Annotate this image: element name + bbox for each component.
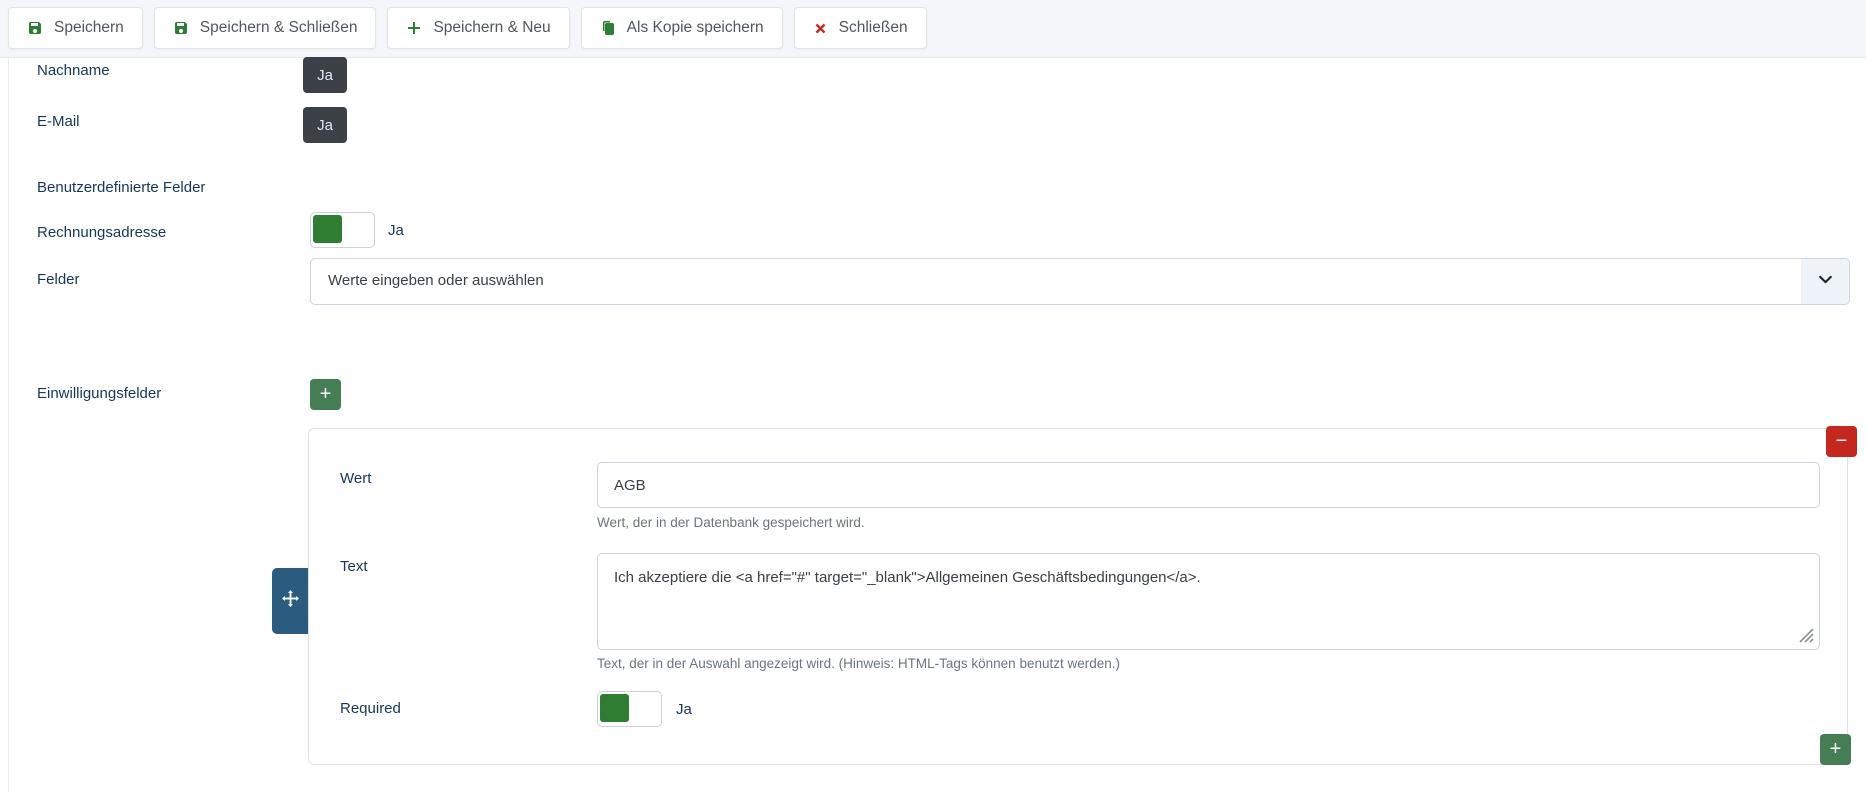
save-button[interactable]: Speichern xyxy=(8,7,143,49)
save-button-label: Speichern xyxy=(54,19,124,37)
wert-help-text: Wert, der in der Datenbank gespeichert w… xyxy=(597,515,865,530)
custom-fields-section-label: Benutzerdefinierte Felder xyxy=(37,179,205,196)
save-icon xyxy=(173,20,189,36)
einwilligungsfelder-label: Einwilligungsfelder xyxy=(37,385,161,402)
save-copy-button[interactable]: Als Kopie speichern xyxy=(581,7,783,49)
save-new-button-label: Speichern & Neu xyxy=(433,19,550,37)
wert-label: Wert xyxy=(340,470,371,487)
save-copy-button-label: Als Kopie speichern xyxy=(627,19,764,37)
save-icon xyxy=(27,20,43,36)
drag-handle[interactable] xyxy=(272,568,308,634)
wert-input[interactable] xyxy=(597,462,1820,508)
textarea-resize-handle[interactable] xyxy=(1794,623,1815,649)
email-label: E-Mail xyxy=(37,113,80,130)
nachname-value-badge[interactable]: Ja xyxy=(303,57,347,93)
rechnungsadresse-state: Ja xyxy=(388,222,404,239)
required-label: Required xyxy=(340,700,401,717)
chevron-down-icon xyxy=(1817,271,1834,293)
felder-combobox-value: Werte eingeben oder auswählen xyxy=(328,272,544,289)
text-label: Text xyxy=(340,558,368,575)
add-row-button-bottom[interactable]: + xyxy=(1820,734,1851,765)
copy-icon xyxy=(600,20,616,36)
move-icon xyxy=(282,590,299,612)
save-close-button[interactable]: Speichern & Schließen xyxy=(154,7,377,49)
close-button-label: Schließen xyxy=(839,19,908,37)
plus-icon xyxy=(406,20,422,36)
toggle-knob xyxy=(600,694,629,722)
required-state: Ja xyxy=(676,701,692,718)
felder-combobox-addon[interactable] xyxy=(1801,259,1849,304)
toggle-knob xyxy=(313,215,342,243)
page: Speichern Speichern & Schließen Speicher… xyxy=(0,0,1866,792)
rechnungsadresse-label: Rechnungsadresse xyxy=(37,224,166,241)
toolbar-button-group: Speichern Speichern & Schließen Speicher… xyxy=(8,7,927,49)
felder-combobox[interactable]: Werte eingeben oder auswählen xyxy=(310,258,1850,305)
required-toggle[interactable] xyxy=(597,691,662,727)
nachname-label: Nachname xyxy=(37,62,110,79)
save-new-button[interactable]: Speichern & Neu xyxy=(387,7,569,49)
felder-label: Felder xyxy=(37,271,80,288)
content-left-border xyxy=(8,57,9,792)
close-icon xyxy=(813,21,828,36)
email-value-badge[interactable]: Ja xyxy=(303,107,347,143)
save-close-button-label: Speichern & Schließen xyxy=(200,19,358,37)
rechnungsadresse-toggle[interactable] xyxy=(310,212,375,248)
close-button[interactable]: Schließen xyxy=(794,7,927,49)
remove-row-button[interactable]: − xyxy=(1826,426,1857,457)
text-help-text: Text, der in der Auswahl angezeigt wird.… xyxy=(597,656,1120,671)
add-row-button-top[interactable]: + xyxy=(310,379,341,410)
text-textarea[interactable]: Ich akzeptiere die <a href="#" target="_… xyxy=(597,553,1820,650)
toolbar: Speichern Speichern & Schließen Speicher… xyxy=(0,0,1866,58)
